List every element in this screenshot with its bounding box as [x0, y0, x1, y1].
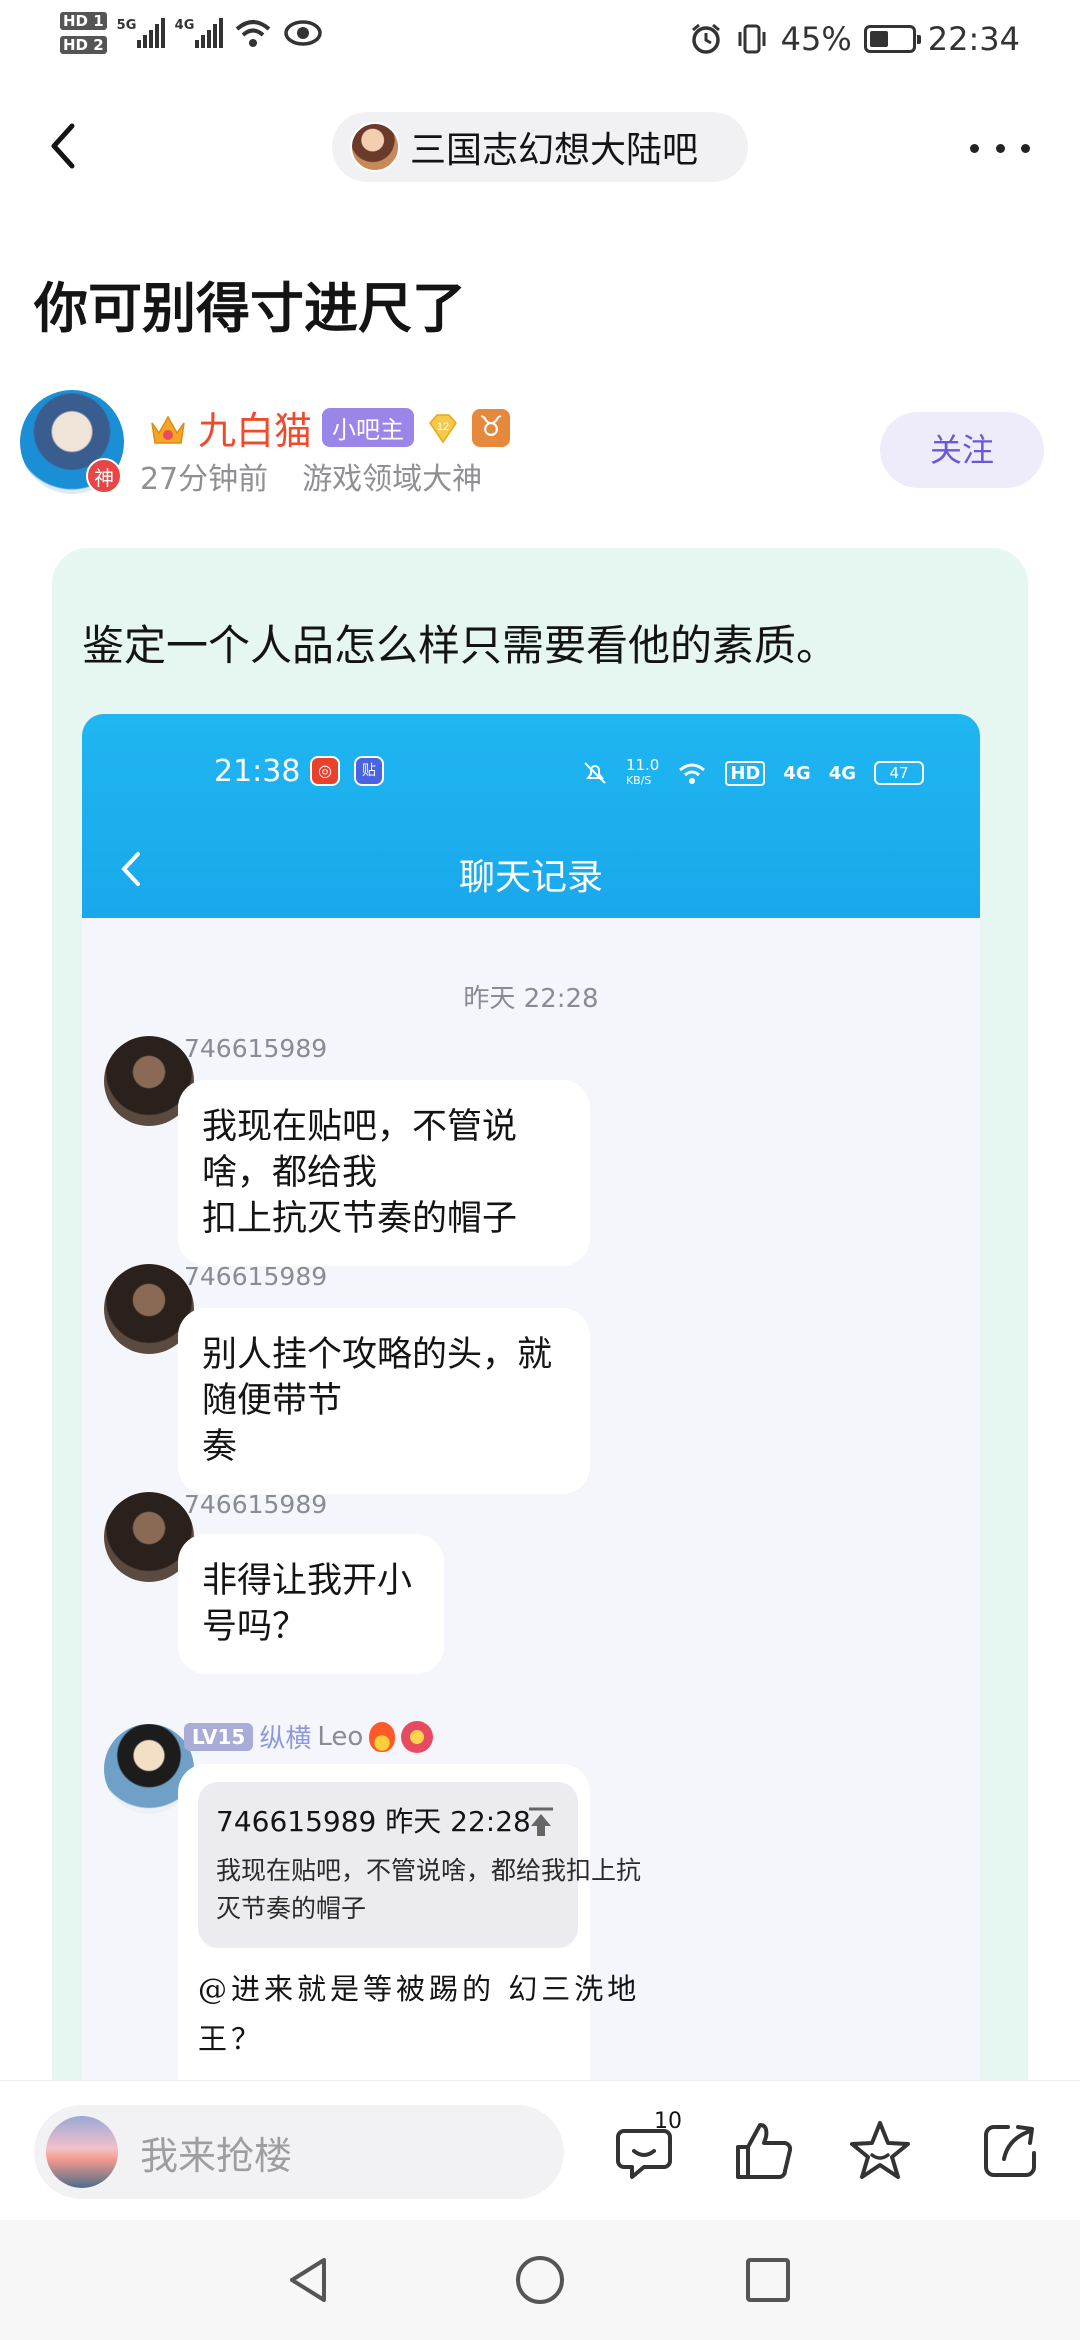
- comment-placeholder: 我来抢楼: [140, 2133, 293, 2178]
- chat-status-right: 11.0 KB/S HD 4G 4G 47: [582, 758, 924, 788]
- reply-text: @进来就是等被踢的 幻三洗地 王？: [198, 1964, 641, 2064]
- zodiac-icon: ♉: [472, 408, 511, 447]
- quoted-message: 746615989 昨天 22:28 我现在贴吧，不管说啥，都给我扣上抗 灭节奏…: [198, 1782, 641, 1948]
- fire-icon: [369, 1721, 396, 1752]
- chat-title: 聊天记录: [458, 857, 603, 898]
- battery-percent: 45%: [780, 20, 852, 58]
- sender-id: 746615989: [184, 1262, 328, 1291]
- quote-header: 746615989 昨天 22:28: [216, 1805, 531, 1838]
- chat-signal-1: 4G: [783, 762, 811, 784]
- tieba-icon: 贴: [354, 756, 384, 786]
- author-name[interactable]: 九白猫: [198, 400, 312, 455]
- bubble-line: 非得让我开小号吗？: [202, 1561, 413, 1647]
- chat-signal-2: 4G: [828, 762, 856, 784]
- flower-icon: [401, 1720, 434, 1753]
- reply-line: @进来就是等被踢的 幻三洗地: [198, 1972, 641, 2006]
- net1-label: 5G: [116, 18, 137, 33]
- post-body-text: 鉴定一个人品怎么样只需要看他的素质。: [82, 621, 839, 670]
- quote-line: 灭节奏的帽子: [216, 1894, 367, 1923]
- forum-avatar: [350, 122, 400, 172]
- sender-id: 746615989: [184, 1034, 328, 1063]
- clock: 22:34: [927, 20, 1020, 58]
- status-right: 45% 22:34: [689, 20, 1020, 58]
- bubble-line: 扣上抗灭节奏的帽子: [202, 1199, 518, 1239]
- net2-label: 4G: [174, 18, 195, 33]
- bubble-line: 别人挂个攻略的头，就随便带节: [202, 1335, 553, 1421]
- post-image-screenshot[interactable]: 21:38 ◎ 贴 11.0 KB/S HD 4G 4G 47 聊天记录 昨天 …: [82, 714, 980, 2088]
- chat-bubble: 别人挂个攻略的头，就随便带节 奏: [178, 1308, 590, 1494]
- hd-indicators: HD 1 HD 2: [60, 12, 107, 54]
- chat-wifi-icon: [679, 763, 706, 784]
- favorite-button[interactable]: [844, 2115, 916, 2187]
- post-content-card: 鉴定一个人品怎么样只需要看他的素质。 21:38 ◎ 贴 11.0 KB/S H…: [52, 548, 1028, 2088]
- status-left: HD 1 HD 2 5G 4G: [60, 12, 323, 54]
- crown-icon: [151, 414, 185, 444]
- bubble-line: 奏: [202, 1427, 238, 1467]
- role-badge: 小吧主: [322, 408, 415, 447]
- chat-battery: 47: [874, 761, 924, 785]
- comment-count: 10: [654, 2109, 682, 2134]
- more-options-icon[interactable]: [970, 128, 1030, 168]
- nav-back-icon[interactable]: [278, 2250, 338, 2310]
- share-icon: [984, 2125, 1036, 2177]
- reply-line: 王？: [198, 2022, 265, 2056]
- battery-icon: [863, 25, 921, 53]
- comment-button[interactable]: 10: [610, 2109, 682, 2187]
- thumbs-up-icon: [736, 2123, 793, 2179]
- like-button[interactable]: [728, 2115, 800, 2187]
- back-button[interactable]: [40, 110, 90, 180]
- hd1-label: HD 1: [60, 12, 107, 30]
- eye-icon: [283, 20, 322, 46]
- star-icon: [850, 2121, 910, 2179]
- signal-icon-1: 5G: [117, 18, 165, 48]
- replier-level-badge: LV15: [184, 1722, 254, 1751]
- level-diamond-icon: 12: [429, 413, 457, 443]
- comment-input[interactable]: 我来抢楼: [34, 2105, 564, 2199]
- jump-to-top-icon: [529, 1807, 553, 1836]
- post-title: 你可别得寸进尺了: [34, 277, 466, 340]
- quote-text: 我现在贴吧，不管说啥，都给我扣上抗 灭节奏的帽子: [216, 1852, 716, 1928]
- forum-name: 三国志幻想大陆吧: [410, 130, 699, 171]
- level-number: 12: [437, 421, 449, 433]
- share-button[interactable]: [974, 2115, 1046, 2187]
- system-nav-bar: [0, 2220, 1080, 2340]
- signal-icon-2: 4G: [175, 18, 223, 48]
- bubble-line: 我现在贴吧，不管说啥，都给我: [202, 1107, 518, 1193]
- god-badge: 神: [86, 458, 122, 494]
- net-speed-unit: KB/S: [625, 774, 652, 787]
- comment-bar: 我来抢楼 10: [0, 2080, 1080, 2220]
- hd2-label: HD 2: [60, 36, 107, 54]
- mute-icon: [584, 762, 606, 784]
- author-meta: 27分钟前 游戏领域大神: [140, 454, 482, 498]
- chat-date: 昨天 22:28: [463, 984, 599, 1014]
- status-bar: HD 1 HD 2 5G 4G 45% 22:34: [0, 0, 1080, 80]
- forum-pill[interactable]: 三国志幻想大陆吧: [332, 112, 748, 182]
- chat-header: 21:38 ◎ 贴 11.0 KB/S HD 4G 4G 47 聊天记录: [82, 714, 980, 918]
- wifi-icon: [235, 20, 270, 47]
- follow-button[interactable]: 关注: [880, 412, 1044, 488]
- nav-recents-icon[interactable]: [738, 2250, 798, 2310]
- author-line: 九白猫 小吧主 12 ♉: [148, 400, 511, 455]
- my-avatar: [46, 2116, 118, 2188]
- replier-name: Leo: [317, 1721, 364, 1752]
- net-speed-value: 11.0: [625, 756, 660, 774]
- vibrate-icon: [738, 24, 766, 54]
- back-arrow-icon: [51, 123, 75, 169]
- quote-line: 我现在贴吧，不管说啥，都给我扣上抗: [216, 1856, 642, 1885]
- chat-hd-label: HD: [725, 760, 766, 786]
- chat-bubble: 我现在贴吧，不管说啥，都给我 扣上抗灭节奏的帽子: [178, 1080, 590, 1266]
- sender-id: 746615989: [184, 1490, 328, 1519]
- post-time: 27分钟前: [140, 462, 269, 497]
- alarm-icon: [691, 23, 720, 54]
- chat-status-time: 21:38: [214, 754, 301, 789]
- weibo-icon: ◎: [310, 756, 340, 786]
- chat-bubble: 非得让我开小号吗？: [178, 1534, 444, 1674]
- replier-group: 纵横: [259, 1724, 312, 1754]
- net-speed: 11.0 KB/S: [626, 758, 659, 788]
- nav-home-icon[interactable]: [510, 2250, 570, 2310]
- author-title: 游戏领域大神: [302, 462, 483, 497]
- replier-line: LV15 纵横 Leo: [184, 1718, 434, 1755]
